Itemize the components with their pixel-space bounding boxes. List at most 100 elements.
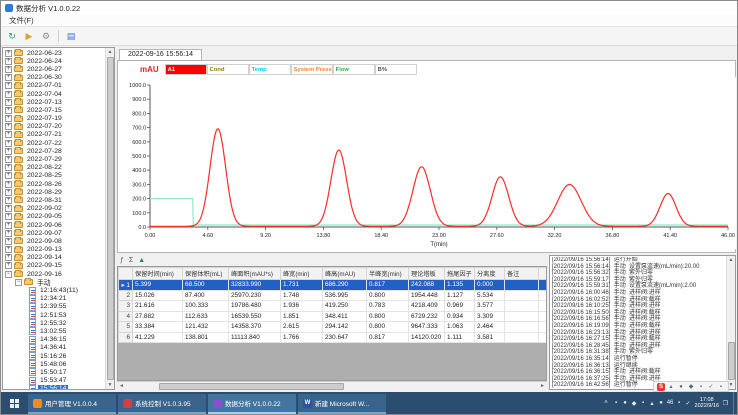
- start-button[interactable]: [1, 392, 27, 414]
- expand-toggle-icon[interactable]: +: [5, 131, 12, 138]
- tree-item-14-36-41[interactable]: 14:36:41: [3, 344, 105, 352]
- expand-toggle-icon[interactable]: +: [5, 238, 12, 245]
- tree-item-15-53-47[interactable]: 15:53:47: [3, 377, 105, 385]
- tree-item-2022-07-28[interactable]: +2022-07-28: [3, 147, 105, 155]
- column-header-峰面积-mau-s[interactable]: 峰面积(mAU*s): [229, 268, 281, 280]
- tray-overflow-icon[interactable]: ◆: [687, 383, 695, 391]
- expand-toggle-icon[interactable]: +: [5, 262, 12, 269]
- expand-toggle-icon[interactable]: +: [5, 164, 12, 171]
- scroll-down-icon[interactable]: ▼: [108, 381, 113, 389]
- expand-toggle-icon[interactable]: +: [5, 172, 12, 179]
- tab-current-run[interactable]: 2022-09-16 15:56:14: [119, 49, 202, 60]
- sogou-input-icon[interactable]: S: [657, 383, 665, 391]
- tree-item-2022-09-07[interactable]: +2022-09-07: [3, 229, 105, 237]
- column-header-峰高-mau[interactable]: 峰高(mAU): [323, 268, 367, 280]
- expand-toggle-icon[interactable]: +: [5, 148, 12, 155]
- column-header-分离度[interactable]: 分离度: [475, 268, 505, 280]
- tree-item-15-16-26[interactable]: 15:16:26: [3, 352, 105, 360]
- hscroll-thumb[interactable]: [159, 383, 344, 390]
- expand-toggle-icon[interactable]: +: [5, 58, 12, 65]
- expand-toggle-icon[interactable]: +: [5, 82, 12, 89]
- expand-toggle-icon[interactable]: +: [5, 123, 12, 130]
- tray-overflow-icon[interactable]: ●: [677, 383, 685, 391]
- tray-chevron-icon[interactable]: ˄: [603, 400, 610, 406]
- tree-item-2022-07-19[interactable]: +2022-07-19: [3, 115, 105, 123]
- tree-item-2022-08-26[interactable]: +2022-08-26: [3, 180, 105, 188]
- table-row[interactable]: 427.882112.63316539.5501.851348.4110.800…: [119, 311, 548, 322]
- tree-item-2022-08-31[interactable]: +2022-08-31: [3, 196, 105, 204]
- tray-icon[interactable]: ●: [658, 400, 665, 407]
- tray-icon[interactable]: ▪: [613, 400, 620, 407]
- table-hscrollbar[interactable]: ◄ ►: [117, 381, 547, 390]
- expand-toggle-icon[interactable]: +: [5, 189, 12, 196]
- tray-icon[interactable]: ◆: [631, 400, 638, 407]
- log-scroll-up-icon[interactable]: ▲: [729, 256, 734, 264]
- tree-item-2022-07-04[interactable]: +2022-07-04: [3, 90, 105, 98]
- tray-icon[interactable]: ▪: [640, 400, 647, 407]
- expand-toggle-icon[interactable]: +: [5, 222, 12, 229]
- table-row[interactable]: 533.384121.43214358.3702.615294.1420.800…: [119, 322, 548, 333]
- tray-overflow-icon[interactable]: ▪: [717, 383, 725, 391]
- table-row[interactable]: 215.02687.40025970.2301.748536.9950.8001…: [119, 290, 548, 301]
- formula-tool-icon[interactable]: ƒ: [120, 256, 124, 266]
- tree-item-13-02-55[interactable]: 13:02:55: [3, 327, 105, 335]
- legend-channel-b[interactable]: B%: [375, 64, 417, 75]
- tree-item-2022-08-22[interactable]: +2022-08-22: [3, 164, 105, 172]
- legend-channel-flow[interactable]: Flow: [333, 64, 375, 75]
- tree-item-15-50-17[interactable]: 15:50:17: [3, 368, 105, 376]
- tree-item-2022-07-15[interactable]: +2022-07-15: [3, 106, 105, 114]
- expand-toggle-icon[interactable]: +: [5, 197, 12, 204]
- chart-tool-icon[interactable]: ▲: [138, 256, 145, 266]
- tree-item-2022-07-20[interactable]: +2022-07-20: [3, 123, 105, 131]
- tree-item-2022-09-14[interactable]: +2022-09-14: [3, 254, 105, 262]
- expand-toggle-icon[interactable]: +: [5, 66, 12, 73]
- tray-overflow-icon[interactable]: ▴: [667, 383, 675, 391]
- scroll-left-icon[interactable]: ◄: [117, 383, 126, 389]
- expand-toggle-icon[interactable]: +: [5, 230, 12, 237]
- tree-item-2022-07-21[interactable]: +2022-07-21: [3, 131, 105, 139]
- tree-scroll-thumb[interactable]: [107, 57, 114, 380]
- log-scrollbar[interactable]: ▲ ▼: [726, 256, 735, 389]
- legend-channel-cond[interactable]: Cond: [207, 64, 249, 75]
- taskbar-app-数据分析-v1-0-0-22[interactable]: 数据分析 V1.0.0.22: [208, 394, 296, 414]
- tray-icon[interactable]: ✓: [685, 400, 692, 407]
- report-document-button[interactable]: ▤: [64, 29, 78, 43]
- tree-item-2022-07-13[interactable]: +2022-07-13: [3, 98, 105, 106]
- notification-icon[interactable]: ❐: [722, 400, 729, 407]
- tree-item-2022-06-24[interactable]: +2022-06-24: [3, 57, 105, 65]
- tree-item-2022-09-05[interactable]: +2022-09-05: [3, 213, 105, 221]
- legend-channel-system-press[interactable]: System Press: [291, 64, 333, 75]
- database-refresh-button[interactable]: ↻: [5, 29, 19, 43]
- table-row[interactable]: ▸ 15.39968.50032833.9901.731686.2900.817…: [119, 280, 548, 291]
- expand-toggle-icon[interactable]: −: [5, 271, 12, 278]
- column-header-拖尾因子[interactable]: 拖尾因子: [445, 268, 475, 280]
- tree-item-15-56-14[interactable]: 15:56:14: [3, 385, 105, 389]
- show-desktop-button[interactable]: [733, 392, 737, 414]
- scroll-right-icon[interactable]: ►: [538, 383, 547, 389]
- expand-toggle-icon[interactable]: +: [5, 254, 12, 261]
- tree-item-2022-08-25[interactable]: +2022-08-25: [3, 172, 105, 180]
- tray-icon[interactable]: ▪: [676, 400, 683, 407]
- menu-file[interactable]: 文件(F): [6, 15, 37, 26]
- expand-toggle-icon[interactable]: +: [5, 213, 12, 220]
- tree-item-2022-08-29[interactable]: +2022-08-29: [3, 188, 105, 196]
- tree-item-manual[interactable]: −手动: [3, 278, 105, 286]
- expand-toggle-icon[interactable]: +: [5, 181, 12, 188]
- tree-item-2022-07-29[interactable]: +2022-07-29: [3, 155, 105, 163]
- expand-toggle-icon[interactable]: +: [5, 205, 12, 212]
- column-header-备注[interactable]: 备注: [505, 268, 539, 280]
- tree-item-14-36-15[interactable]: 14:36:15: [3, 336, 105, 344]
- taskbar-app-用户管理-v1-0-0-4[interactable]: 用户管理 V1.0.0.4: [28, 394, 116, 414]
- column-header-保留体积-ml[interactable]: 保留体积(mL): [183, 268, 229, 280]
- expand-toggle-icon[interactable]: +: [5, 115, 12, 122]
- tree-item-2022-09-16[interactable]: −2022-09-16: [3, 270, 105, 278]
- expand-toggle-icon[interactable]: +: [5, 50, 12, 57]
- table-row[interactable]: 641.229138.80111113.8401.766230.6470.817…: [119, 332, 548, 343]
- hscroll-track[interactable]: [126, 383, 538, 390]
- expand-toggle-icon[interactable]: +: [5, 156, 12, 163]
- tree-item-15-48-06[interactable]: 15:48:06: [3, 360, 105, 368]
- tree-item-2022-09-06[interactable]: +2022-09-06: [3, 221, 105, 229]
- tray-icon[interactable]: 46: [667, 400, 674, 407]
- sum-tool-icon[interactable]: Σ: [129, 256, 133, 266]
- expand-toggle-icon[interactable]: +: [5, 74, 12, 81]
